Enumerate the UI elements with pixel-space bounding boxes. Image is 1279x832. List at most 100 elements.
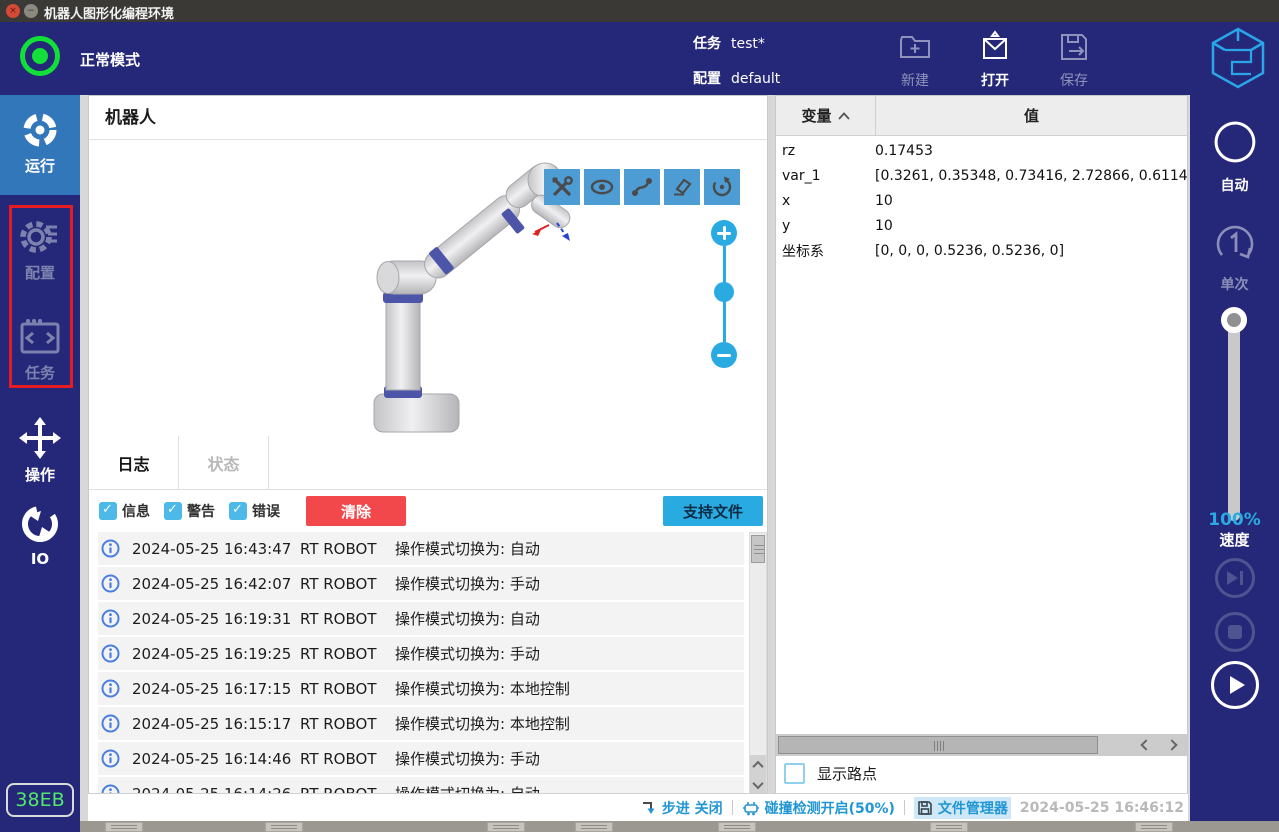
sidebar-item-config[interactable]: 配置 [0, 215, 80, 283]
info-icon [101, 539, 120, 558]
open-file-icon [983, 30, 1007, 59]
info-checkbox[interactable] [99, 502, 117, 520]
sidebar-item-run[interactable]: 运行 [0, 95, 80, 195]
sidebar-item-task[interactable]: 任务 [0, 317, 80, 383]
column-value[interactable]: 值 [876, 96, 1187, 135]
step-forward-button[interactable] [1215, 558, 1255, 598]
minimize-icon[interactable]: − [24, 4, 38, 18]
robot-3d-view[interactable] [89, 140, 767, 436]
single-cycle-icon [1216, 225, 1253, 259]
variable-row[interactable]: rz 0.17453 [776, 138, 1187, 163]
error-checkbox[interactable] [229, 502, 247, 520]
zoom-in-button[interactable] [711, 220, 737, 246]
panel-title: 机器人 [89, 96, 767, 140]
open-button[interactable]: 打开 [964, 30, 1026, 90]
log-tabs: 日志 状态 [89, 436, 767, 490]
play-icon [1229, 676, 1245, 694]
background-file-icon [265, 822, 303, 832]
move-arrows-icon [19, 417, 61, 459]
view-toolbar [544, 169, 740, 205]
log-row[interactable]: 2024-05-25 16:17:15 RT ROBOT 操作模式切换为: 本地控制 [98, 672, 744, 705]
variable-row[interactable]: y 10 [776, 213, 1187, 238]
open-button-label: 打开 [981, 73, 1009, 89]
eraser-button[interactable] [664, 169, 700, 205]
log-scrollbar-thumb[interactable] [751, 535, 765, 563]
info-icon [101, 749, 120, 768]
variables-hscrollbar[interactable] [776, 734, 1187, 756]
support-file-button[interactable]: 支持文件 [663, 496, 763, 526]
visibility-button[interactable] [584, 169, 620, 205]
speed-slider-track[interactable] [1228, 319, 1240, 521]
variable-row[interactable]: var_1 [0.3261, 0.35348, 0.73416, 2.72866,… [776, 163, 1187, 188]
tab-log[interactable]: 日志 [89, 436, 179, 489]
log-row[interactable]: 2024-05-25 16:19:31 RT ROBOT 操作模式切换为: 自动 [98, 602, 744, 635]
path-button[interactable] [624, 169, 660, 205]
divider [731, 800, 733, 815]
sidebar-item-operate[interactable]: 操作 [0, 417, 80, 485]
status-bar: 步进 关闭 碰撞检测开启(50%) 文件管理器 2024-05-25 16:46… [88, 793, 1188, 821]
log-filters: 信息 警告 错误 清除 支持文件 [89, 490, 767, 532]
step-mode-status[interactable]: 步进 关闭 [641, 798, 723, 818]
config-value: default [731, 71, 781, 87]
scroll-left-button[interactable] [1134, 736, 1158, 754]
zoom-slider-handle[interactable] [714, 282, 734, 302]
scroll-down-button[interactable] [750, 775, 766, 795]
background-file-icon [487, 822, 525, 832]
eye-icon [590, 179, 614, 195]
log-row[interactable]: 2024-05-25 16:19:25 RT ROBOT 操作模式切换为: 手动 [98, 637, 744, 670]
log-row[interactable]: 2024-05-25 16:15:17 RT ROBOT 操作模式切换为: 本地控制 [98, 707, 744, 740]
variable-row[interactable]: 坐标系 [0, 0, 0, 0.5236, 0.5236, 0] [776, 238, 1187, 263]
background-file-icon [1135, 822, 1173, 832]
path-icon [632, 178, 652, 196]
task-label: 任务 [693, 36, 721, 52]
speed-readout: 100% 速度 [1190, 510, 1279, 550]
run-label: 运行 [24, 157, 55, 175]
config-label: 配置 [693, 71, 721, 87]
config-line: 配置 default [693, 68, 780, 88]
tab-status[interactable]: 状态 [179, 436, 269, 489]
tcp-axis-red [532, 224, 550, 236]
new-file-icon [900, 36, 930, 58]
app-window: × − 机器人图形化编程环境 正常模式 任务 test* 配置 default 新建… [0, 0, 1279, 832]
save-button[interactable]: 保存 [1043, 30, 1105, 90]
robot-panel: 机器人 日志 状态 ✓ 信息 ✓ 警告 ✓ 错误 清除 支持文件 2024-05… [88, 95, 768, 801]
sort-caret-icon [837, 111, 850, 120]
close-icon[interactable]: × [6, 4, 20, 18]
reset-view-button[interactable] [704, 169, 740, 205]
collision-robot-icon [742, 801, 759, 815]
code-window-icon [20, 319, 60, 354]
task-label: 任务 [24, 364, 55, 382]
io-icon [22, 506, 58, 542]
speed-slider-handle[interactable] [1221, 307, 1247, 333]
file-manager-status[interactable]: 文件管理器 [913, 796, 1011, 819]
mode-single-button[interactable]: 单次 [1190, 218, 1279, 294]
tools-button[interactable] [544, 169, 580, 205]
hscrollbar-thumb[interactable] [778, 736, 1098, 754]
scroll-right-button[interactable] [1160, 736, 1184, 754]
log-row[interactable]: 2024-05-25 16:43:47 RT ROBOT 操作模式切换为: 自动 [98, 532, 744, 565]
zoom-out-button[interactable] [711, 342, 737, 368]
log-row[interactable]: 2024-05-25 16:42:07 RT ROBOT 操作模式切换为: 手动 [98, 567, 744, 600]
show-waypoints-label: 显示路点 [817, 765, 878, 783]
config-label: 配置 [24, 264, 55, 282]
log-row[interactable]: 2024-05-25 16:14:46 RT ROBOT 操作模式切换为: 手动 [98, 742, 744, 775]
variables-panel: 变量 值 rz 0.17453 var_1 [0.3261, 0.35348, 0.… [775, 95, 1188, 801]
log-list: 2024-05-25 16:43:47 RT ROBOT 操作模式切换为: 自动 2… [89, 532, 745, 797]
show-waypoints-checkbox[interactable] [784, 763, 805, 784]
info-icon [101, 609, 120, 628]
column-variable[interactable]: 变量 [776, 96, 876, 135]
new-button[interactable]: 新建 [884, 30, 946, 90]
gear-icon [20, 221, 57, 253]
show-waypoints-control: 显示路点 [784, 763, 877, 784]
rotate-icon [712, 176, 732, 197]
clear-button[interactable]: 清除 [306, 496, 406, 526]
variable-row[interactable]: x 10 [776, 188, 1187, 213]
log-scrollbar[interactable] [749, 532, 767, 795]
sidebar-item-io[interactable]: IO [0, 503, 80, 568]
play-button[interactable] [1211, 661, 1259, 709]
scroll-up-button[interactable] [750, 755, 766, 775]
stop-button[interactable] [1215, 612, 1255, 652]
mode-auto-button[interactable]: 自动 [1190, 115, 1279, 195]
warning-checkbox[interactable] [164, 502, 182, 520]
collision-status[interactable]: 碰撞检测开启(50%) [742, 798, 895, 818]
